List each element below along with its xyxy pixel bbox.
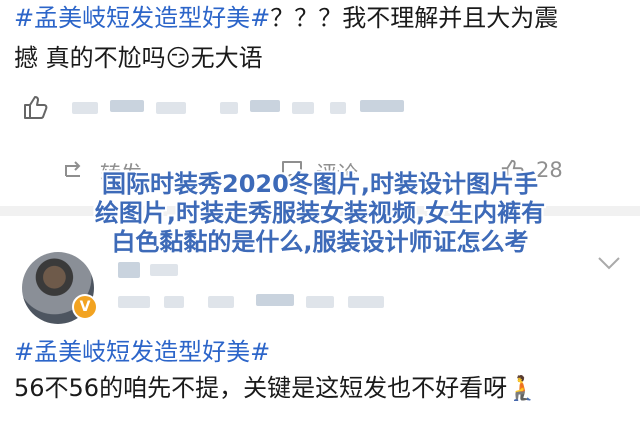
blurred-text [110, 100, 144, 112]
blurred-username [150, 264, 178, 276]
blurred-text [220, 102, 238, 114]
post-text: 撼 真的不尬吗 [14, 44, 166, 72]
blurred-text [72, 102, 98, 114]
verified-badge: V [72, 294, 98, 320]
blurred-text [360, 100, 404, 112]
post-text: 无大语 [190, 44, 263, 72]
blurred-meta [208, 296, 234, 308]
blurred-meta [348, 296, 384, 308]
blurred-text [292, 102, 314, 114]
post-text-line: 56不56的咱先不提，关键是这短发也不好看呀🧎 [14, 372, 537, 404]
kneeling-person-emoji-icon: 🧎 [507, 374, 537, 402]
blurred-text [250, 100, 280, 112]
blurred-text [330, 102, 346, 114]
post-text: ？？？我不理解并且大为震 [270, 4, 559, 32]
overlay-text-line2: 绘图片,时装走秀服装女装视频,女生内裤有 [94, 199, 546, 227]
overlay-text-line1: 国际时装秀2020冬图片,时装设计图片手 [102, 170, 538, 198]
hashtag-link[interactable]: #孟美岐短发造型好美# [14, 4, 270, 32]
blurred-meta [164, 296, 184, 308]
overlay-text-line3: 白色黏黏的是什么,服装设计师证怎么考 [111, 228, 529, 256]
blurred-meta [118, 296, 150, 308]
post-text-line2: 撼 真的不尬吗😏无大语 [14, 42, 263, 74]
blurred-username [118, 262, 140, 278]
blurred-meta [306, 296, 334, 308]
blurred-text [156, 102, 186, 114]
like-icon[interactable] [22, 94, 48, 124]
post-text: 56不56的咱先不提，关键是这短发也不好看呀 [14, 374, 508, 402]
blurred-meta [256, 294, 294, 306]
post-text-line1: #孟美岐短发造型好美#？？？我不理解并且大为震 [14, 2, 558, 34]
smirk-emoji-icon: 😏 [165, 44, 191, 72]
hashtag-link[interactable]: #孟美岐短发造型好美# [14, 336, 270, 368]
chevron-down-icon[interactable] [596, 254, 622, 276]
